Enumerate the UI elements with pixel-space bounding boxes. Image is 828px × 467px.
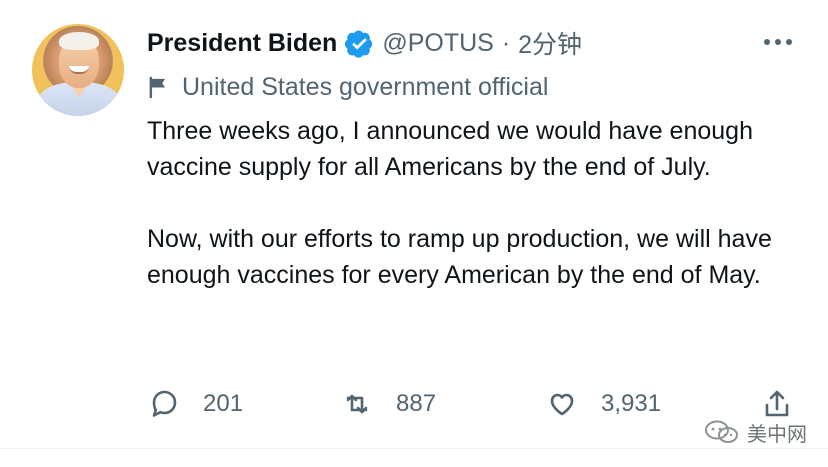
like-button[interactable]: 3,931 [545, 387, 661, 421]
tweet-paragraph: Three weeks ago, I announced we would ha… [147, 117, 753, 181]
verified-badge-icon [345, 30, 373, 58]
tweet-actions: 201 887 3,931 [147, 387, 807, 421]
reply-count: 201 [203, 390, 244, 417]
retweet-button[interactable]: 887 [340, 387, 436, 421]
avatar[interactable] [32, 24, 124, 116]
heart-icon [550, 393, 574, 416]
user-handle[interactable]: @POTUS [382, 29, 494, 58]
watermark: 美中网 [703, 417, 807, 447]
tweet-card: President Biden @POTUS · 2分钟 United Stat… [0, 0, 828, 467]
flag-icon [149, 76, 166, 98]
bottom-divider [0, 448, 828, 449]
share-button[interactable] [760, 387, 794, 421]
label-text: United States government official [182, 72, 549, 101]
more-icon[interactable] [758, 28, 798, 56]
separator-dot: · [501, 28, 511, 57]
display-name[interactable]: President Biden [147, 29, 337, 58]
tweet-time[interactable]: 2分钟 [518, 25, 582, 61]
retweet-count: 887 [396, 390, 437, 417]
share-icon [765, 390, 789, 417]
more-dot [775, 39, 781, 45]
retweet-icon [346, 394, 368, 414]
reply-icon [152, 390, 177, 417]
wechat-logo-icon [705, 420, 738, 443]
like-count: 3,931 [601, 390, 662, 417]
government-label: United States government official [147, 72, 548, 102]
watermark-text: 美中网 [747, 423, 807, 446]
more-dot [764, 39, 770, 45]
tweet-header: President Biden @POTUS · 2分钟 [147, 25, 582, 61]
avatar-hair [59, 32, 99, 50]
reply-button[interactable]: 201 [147, 387, 243, 421]
tweet-body: Three weeks ago, I announced we would ha… [147, 113, 807, 293]
tweet-paragraph: Now, with our efforts to ramp up product… [147, 225, 772, 289]
more-dot [786, 39, 792, 45]
